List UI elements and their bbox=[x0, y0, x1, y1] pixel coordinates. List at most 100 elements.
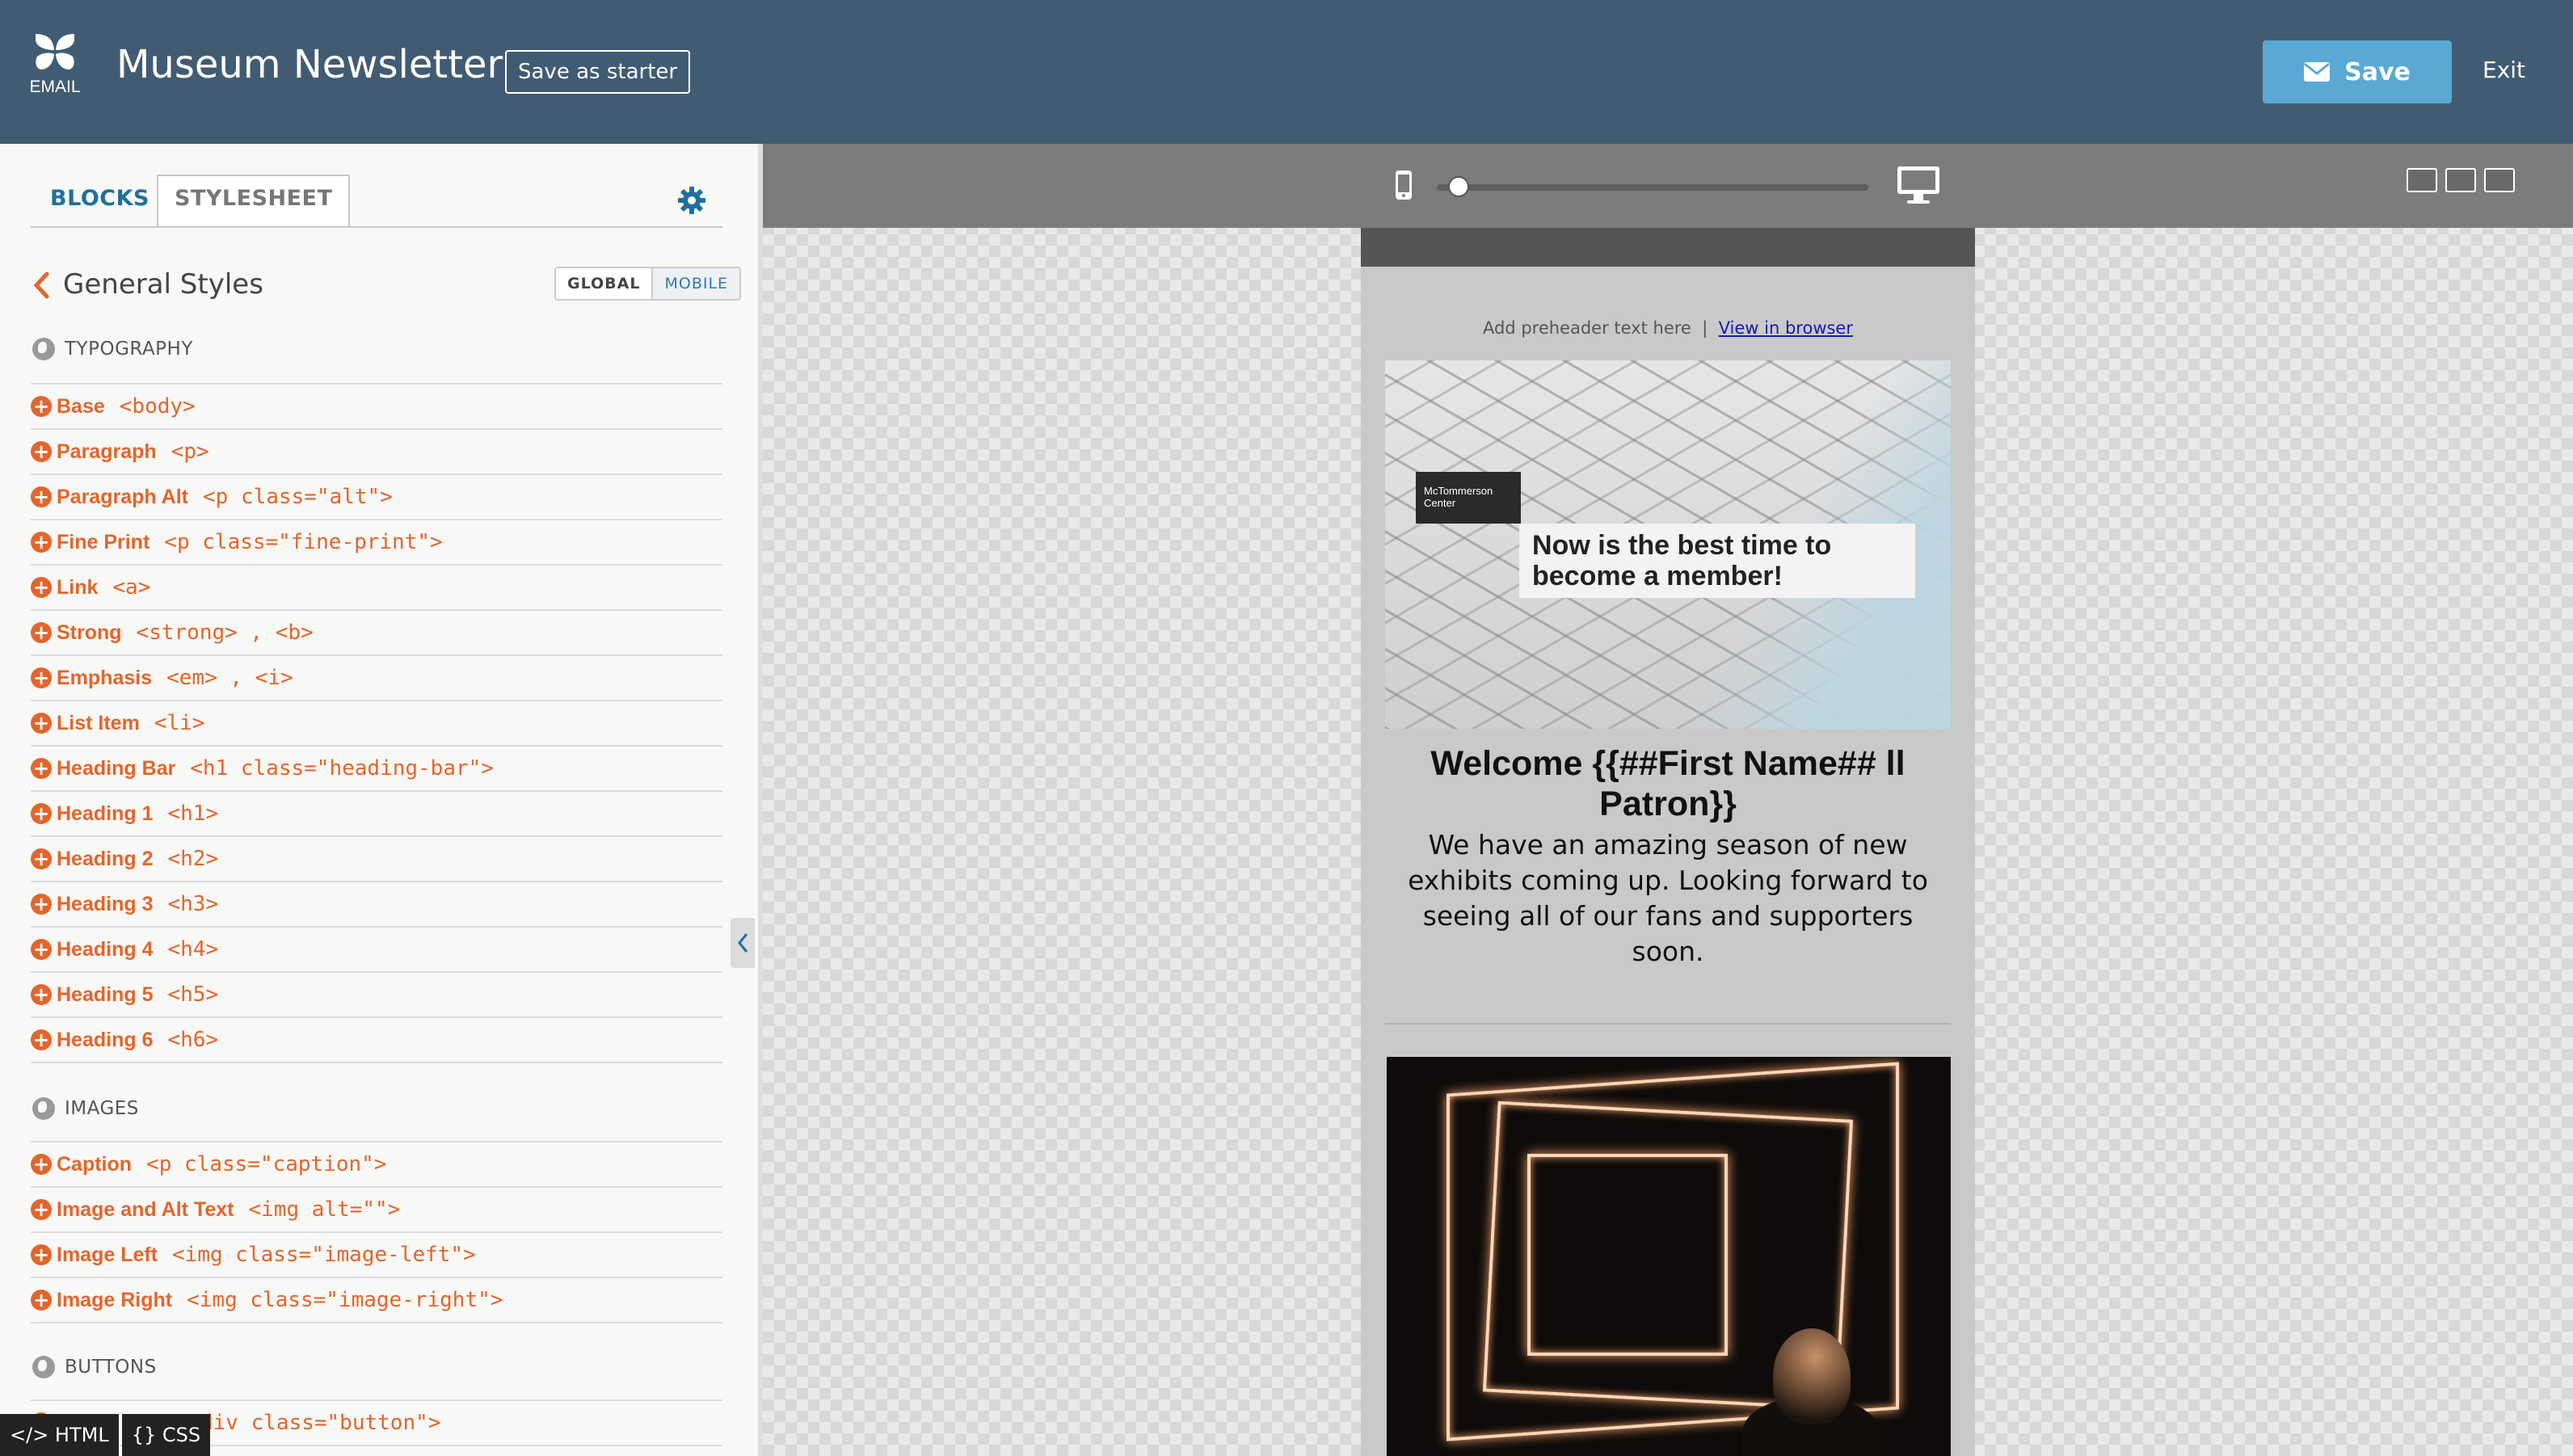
style-tag: <img class="image-right"> bbox=[187, 1288, 503, 1312]
html-code-button[interactable]: </> HTML bbox=[0, 1414, 119, 1456]
style-name: Heading 3 bbox=[57, 892, 154, 915]
style-tag: <p class="caption"> bbox=[146, 1152, 387, 1176]
style-row-paragraph[interactable]: + Paragraph <p> bbox=[31, 430, 722, 475]
hero-headline[interactable]: Now is the best time to become a member! bbox=[1519, 524, 1915, 598]
style-tag: <h6> bbox=[167, 1028, 219, 1052]
plus-circle-icon: + bbox=[31, 758, 52, 779]
gear-icon[interactable] bbox=[677, 186, 706, 215]
plus-circle-icon: + bbox=[31, 622, 52, 643]
newsletter-title[interactable]: Museum Newsletter bbox=[116, 42, 503, 87]
view-in-browser-link[interactable]: View in browser bbox=[1719, 318, 1853, 338]
style-row-strong[interactable]: + Strong <strong> , <b> bbox=[31, 611, 722, 656]
style-row-paragraph-alt[interactable]: + Paragraph Alt <p class="alt"> bbox=[31, 475, 722, 520]
css-code-button[interactable]: {} CSS bbox=[121, 1414, 211, 1456]
image-icon[interactable] bbox=[2484, 168, 2515, 192]
plus-circle-icon: + bbox=[31, 532, 52, 553]
stylesheet-panel: BLOCKS STYLESHEET General Styles GLOBAL … bbox=[0, 144, 758, 1456]
style-name: Paragraph Alt bbox=[57, 485, 189, 508]
section-heading: TYPOGRAPHY bbox=[65, 339, 193, 360]
style-row-emphasis[interactable]: + Emphasis <em> , <i> bbox=[31, 656, 722, 701]
style-name: Heading 6 bbox=[57, 1028, 154, 1051]
style-row-fine-print[interactable]: + Fine Print <p class="fine-print"> bbox=[31, 520, 722, 566]
save-button[interactable]: Save bbox=[2263, 40, 2452, 103]
style-name: Link bbox=[57, 575, 99, 599]
style-name: Heading 4 bbox=[57, 937, 154, 961]
email-header-strip[interactable] bbox=[1361, 228, 1975, 267]
email-preview-canvas: Add preheader text here | View in browse… bbox=[763, 144, 2573, 1456]
intro-paragraph[interactable]: We have an amazing season of new exhibit… bbox=[1385, 827, 1951, 970]
cursor-select-icon[interactable] bbox=[2407, 168, 2437, 192]
toggle-mobile[interactable]: MOBILE bbox=[651, 268, 740, 299]
style-row-heading-2[interactable]: + Heading 2 <h2> bbox=[31, 837, 722, 882]
style-tag: <h2> bbox=[167, 847, 219, 871]
section-images[interactable]: IMAGES bbox=[32, 1097, 139, 1120]
style-name: Image Left bbox=[57, 1243, 158, 1266]
style-row-heading-1[interactable]: + Heading 1 <h1> bbox=[31, 792, 722, 837]
style-tag: <body> bbox=[119, 394, 196, 419]
style-name: Heading 5 bbox=[57, 983, 154, 1006]
toggle-global[interactable]: GLOBAL bbox=[556, 268, 652, 299]
style-tag: <p> bbox=[171, 440, 209, 464]
style-row-heading-4[interactable]: + Heading 4 <h4> bbox=[31, 928, 722, 973]
style-name: Heading Bar bbox=[57, 756, 176, 780]
style-tag: <p class="alt"> bbox=[203, 485, 393, 509]
style-name: Emphasis bbox=[57, 666, 153, 689]
style-tag: <a> bbox=[112, 575, 151, 600]
style-tag: <p class="fine-print"> bbox=[164, 530, 443, 554]
plus-circle-icon: + bbox=[31, 667, 52, 688]
style-tag: <strong> , <b> bbox=[136, 621, 314, 645]
preview-tools bbox=[2407, 168, 2515, 192]
section-typography[interactable]: TYPOGRAPHY bbox=[32, 338, 193, 360]
style-row-caption[interactable]: + Caption <p class="caption"> bbox=[31, 1142, 722, 1188]
globe-icon bbox=[32, 338, 55, 360]
plus-circle-icon: + bbox=[31, 848, 52, 869]
tab-stylesheet[interactable]: STYLESHEET bbox=[157, 175, 351, 228]
link-swap-icon[interactable] bbox=[2445, 168, 2476, 192]
style-row-heading-6[interactable]: + Heading 6 <h6> bbox=[31, 1018, 722, 1063]
style-row-image-alt[interactable]: + Image and Alt Text <img alt=""> bbox=[31, 1188, 722, 1233]
welcome-heading[interactable]: Welcome {{##First Name## ll Patron}} bbox=[1377, 743, 1959, 824]
device-width-slider[interactable] bbox=[1437, 184, 1868, 191]
exit-link[interactable]: Exit bbox=[2482, 57, 2525, 83]
slider-handle[interactable] bbox=[1447, 176, 1469, 197]
style-tag: <li> bbox=[154, 711, 205, 735]
collapse-panel-handle[interactable] bbox=[731, 918, 755, 968]
plus-circle-icon: + bbox=[31, 396, 52, 417]
preheader[interactable]: Add preheader text here | View in browse… bbox=[1361, 318, 1975, 338]
style-row-link[interactable]: + Link <a> bbox=[31, 566, 722, 611]
plus-circle-icon: + bbox=[31, 803, 52, 824]
globe-icon bbox=[32, 1097, 55, 1120]
hero-image[interactable]: McTommerson Center Now is the best time … bbox=[1385, 360, 1951, 729]
style-tag: <h3> bbox=[167, 892, 219, 916]
plus-circle-icon: + bbox=[31, 984, 52, 1005]
style-name: Image Right bbox=[57, 1288, 173, 1311]
preheader-text[interactable]: Add preheader text here bbox=[1483, 318, 1691, 338]
neon-frame bbox=[1527, 1154, 1728, 1356]
style-row-image-left[interactable]: + Image Left <img class="image-left"> bbox=[31, 1233, 722, 1278]
hero-venue-tag: McTommerson Center bbox=[1416, 472, 1521, 524]
style-row-heading-5[interactable]: + Heading 5 <h5> bbox=[31, 973, 722, 1018]
style-row-list-item[interactable]: + List Item <li> bbox=[31, 701, 722, 747]
plus-circle-icon: + bbox=[31, 713, 52, 734]
tab-blocks[interactable]: BLOCKS bbox=[50, 186, 149, 211]
section-buttons[interactable]: BUTTONS bbox=[32, 1356, 157, 1378]
light-installation-image[interactable] bbox=[1387, 1057, 1951, 1456]
style-row-base[interactable]: + Base <body> bbox=[31, 385, 722, 430]
preview-toolbar bbox=[763, 144, 2573, 228]
save-button-label: Save bbox=[2344, 57, 2411, 86]
style-tag: <h1> bbox=[167, 802, 219, 826]
style-tag: <h1 class="heading-bar"> bbox=[190, 756, 494, 781]
email-body: Add preheader text here | View in browse… bbox=[1361, 228, 1975, 1456]
plus-circle-icon: + bbox=[31, 1154, 52, 1175]
chevron-left-icon[interactable] bbox=[32, 271, 50, 299]
style-tag: <em> , <i> bbox=[166, 666, 293, 690]
app-logo[interactable]: EMAIL bbox=[24, 32, 86, 97]
chevron-left-icon bbox=[738, 933, 748, 953]
style-tag: <img class="image-left"> bbox=[172, 1243, 476, 1267]
style-row-image-right[interactable]: + Image Right <img class="image-right"> bbox=[31, 1278, 722, 1323]
desktop-device-icon[interactable] bbox=[1896, 165, 1941, 205]
style-row-heading-3[interactable]: + Heading 3 <h3> bbox=[31, 882, 722, 928]
mobile-device-icon[interactable] bbox=[1395, 170, 1413, 200]
save-as-starter-button[interactable]: Save as starter bbox=[505, 50, 691, 94]
style-row-heading-bar[interactable]: + Heading Bar <h1 class="heading-bar"> bbox=[31, 747, 722, 792]
